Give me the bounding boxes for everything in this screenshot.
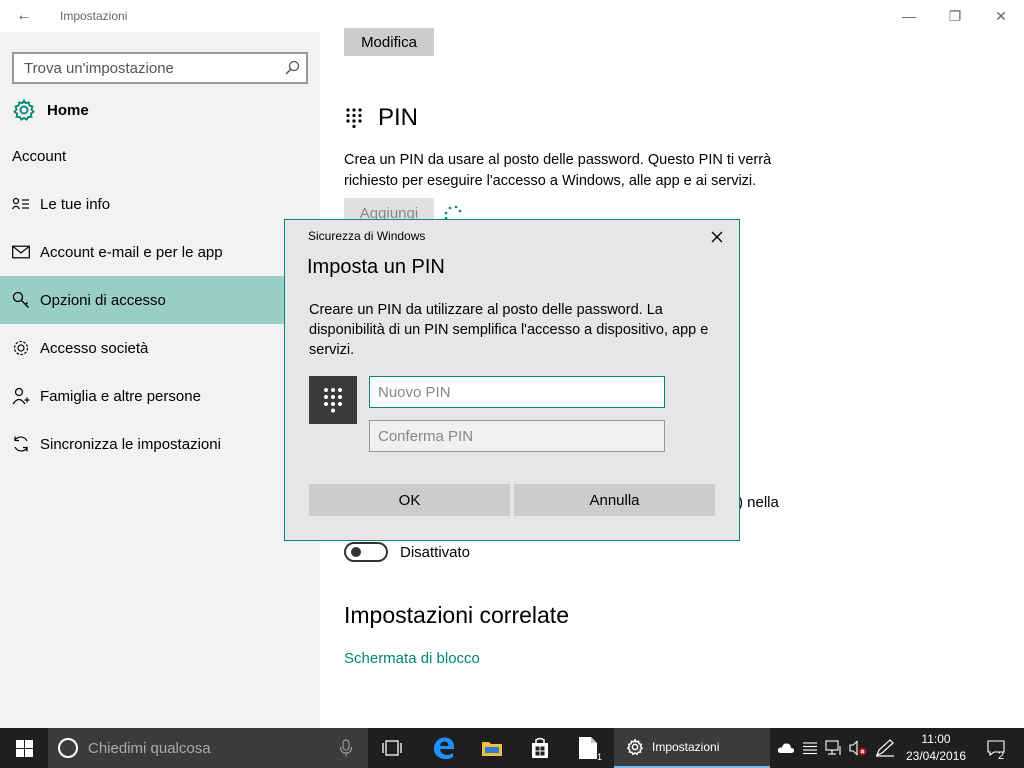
pin-description: Crea un PIN da usare al posto delle pass… [344,152,772,189]
edge-browser-icon [434,737,454,759]
cortana-placeholder: Chiedimi qualcosa [88,739,211,757]
keypad-icon [309,376,357,424]
sidebar-item-opzioni-di-accesso[interactable]: Opzioni di accesso [0,276,320,324]
lock-screen-link[interactable]: Schermata di blocco [344,650,480,667]
network-tray-button[interactable] [822,728,846,768]
pin-heading: PIN [378,104,419,131]
sidebar: Home Account Le tue info Account e-mail … [0,32,320,728]
related-settings-heading: Impostazioni correlate [344,602,569,628]
gear-icon [13,98,35,121]
sidebar-item-label: Sincronizza le impostazioni [40,435,221,453]
onedrive-tray-button[interactable] [774,728,798,768]
windows-logo-icon [15,739,33,757]
close-window-button[interactable]: ✕ [978,0,1024,32]
settings-taskbar-label: Impostazioni [652,740,720,754]
new-pin-input[interactable] [369,376,665,408]
toggle-switch[interactable] [344,542,388,562]
pen-icon [875,739,894,757]
store-button[interactable] [518,728,562,768]
clock[interactable]: 11:00 23/04/2016 [900,731,972,765]
action-log-tray-button[interactable] [798,728,822,768]
microphone-icon[interactable] [336,738,356,758]
sync-icon [12,435,30,453]
home-nav-item[interactable]: Home [0,92,320,128]
store-bag-icon [532,737,548,758]
network-icon [825,740,841,755]
set-pin-dialog: Sicurezza di Windows Imposta un PIN Crea… [284,219,740,541]
sidebar-item-famiglia[interactable]: Famiglia e altre persone [0,372,320,420]
minimize-button[interactable]: — [886,0,932,32]
clock-time: 11:00 [921,732,951,746]
search-icon[interactable] [284,60,300,76]
user-info-icon [12,195,30,213]
sidebar-item-le-tue-info[interactable]: Le tue info [0,180,320,228]
volume-tray-button[interactable] [846,728,870,768]
cancel-button[interactable]: Annulla [514,484,715,516]
person-add-icon [12,387,30,405]
ok-button[interactable]: OK [309,484,510,516]
home-label: Home [47,101,89,119]
onedrive-cloud-icon [777,743,795,753]
settings-search-input[interactable] [14,54,306,82]
gear-icon [626,738,644,756]
sidebar-item-accesso-societa[interactable]: Accesso società [0,324,320,372]
pen-workspace-button[interactable] [872,728,898,768]
partial-setting-text: ) nella [738,494,779,511]
maximize-button[interactable]: ❐ [932,0,978,32]
section-heading-account: Account [12,148,67,165]
list-icon [803,742,817,755]
start-button[interactable] [0,728,48,768]
dialog-title: Imposta un PIN [307,256,445,278]
briefcase-icon [12,339,30,357]
close-icon [711,231,723,243]
cortana-search-box[interactable]: Chiedimi qualcosa [48,728,368,768]
sidebar-item-label: Famiglia e altre persone [40,387,201,405]
title-bar: ← Impostazioni — ❐ ✕ [0,0,1024,32]
settings-search-box [12,52,308,84]
speaker-muted-icon [849,740,866,756]
taskbar: Chiedimi qualcosa 1 Impostazioni 11:00 2… [0,728,1024,768]
task-view-button[interactable] [372,728,412,768]
toggle-state-label: Disattivato [400,543,471,561]
sidebar-item-label: Le tue info [40,195,111,213]
task-view-icon [382,740,402,756]
sidebar-item-label: Accesso società [40,339,149,357]
back-arrow-icon[interactable]: ← [12,6,36,26]
modifica-button[interactable]: Modifica [344,28,434,56]
toggle-knob [351,547,361,557]
window-title: Impostazioni [60,9,128,23]
key-icon [12,291,30,309]
toggle-row: Disattivato [344,542,470,562]
action-center-button[interactable]: 2 [984,728,1008,768]
file-explorer-button[interactable] [470,728,514,768]
confirm-pin-input[interactable] [369,420,665,452]
keypad-icon [346,108,362,129]
sidebar-item-account-email[interactable]: Account e-mail e per le app [0,228,320,276]
sidebar-item-label: Account e-mail e per le app [40,243,223,261]
sidebar-item-label: Opzioni di accesso [40,291,166,309]
edge-taskbar-button[interactable] [422,728,466,768]
mail-icon [12,243,30,261]
dialog-close-button[interactable] [705,226,729,248]
document-icon [579,737,597,759]
sidebar-item-sincronizza[interactable]: Sincronizza le impostazioni [0,420,320,468]
files-badge: 1 [597,752,603,762]
settings-taskbar-button[interactable]: Impostazioni [614,728,770,768]
files-app-button[interactable]: 1 [566,728,610,768]
notification-count: 2 [998,750,1005,762]
folder-icon [482,742,502,756]
clock-date: 23/04/2016 [905,749,967,763]
dialog-description: Creare un PIN da utilizzare al posto del… [309,302,709,358]
pin-section-header: PIN [344,104,418,132]
cortana-icon [58,738,78,758]
dialog-caption: Sicurezza di Windows [308,229,426,243]
